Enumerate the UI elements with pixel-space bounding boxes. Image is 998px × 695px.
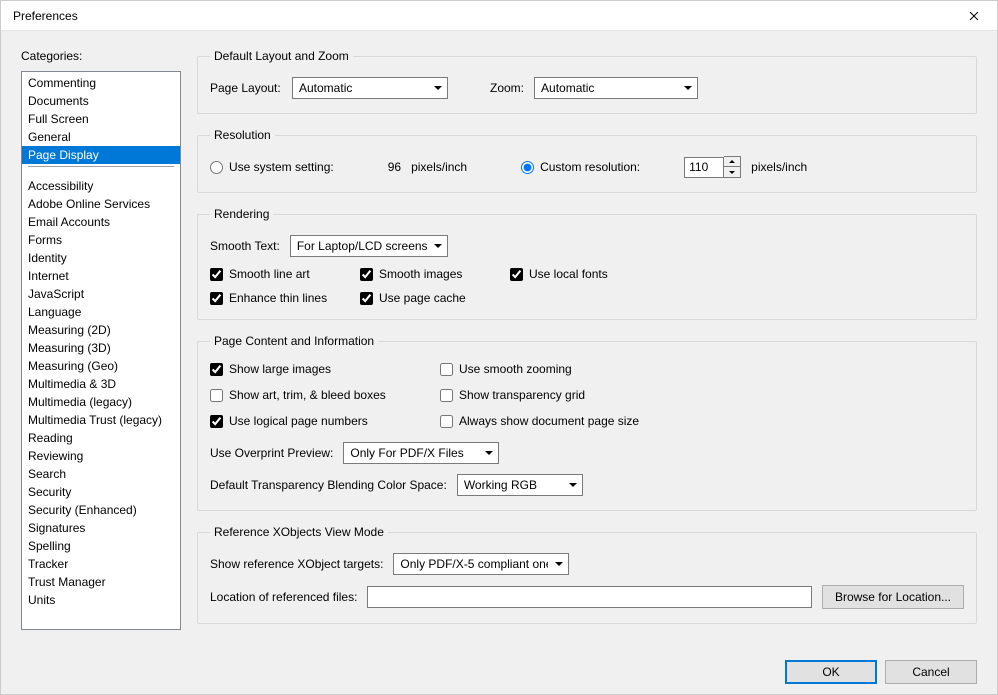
cancel-button[interactable]: Cancel — [885, 660, 977, 684]
always-show-size-checkbox[interactable]: Always show document page size — [440, 414, 700, 428]
category-item[interactable]: Identity — [22, 249, 180, 267]
category-item[interactable]: Email Accounts — [22, 213, 180, 231]
use-page-cache-checkbox[interactable]: Use page cache — [360, 291, 510, 305]
xobject-targets-select[interactable]: Only PDF/X-5 compliant ones — [393, 553, 569, 575]
spinner-down[interactable] — [724, 167, 740, 177]
category-item[interactable]: Security (Enhanced) — [22, 501, 180, 519]
category-item[interactable]: Tracker — [22, 555, 180, 573]
group-page-content: Page Content and Information Show large … — [197, 334, 977, 511]
category-item[interactable]: Reviewing — [22, 447, 180, 465]
category-item[interactable]: Commenting — [22, 74, 180, 92]
close-button[interactable] — [951, 1, 997, 31]
smooth-line-art-checkbox[interactable]: Smooth line art — [210, 267, 360, 281]
category-item[interactable]: General — [22, 128, 180, 146]
category-item[interactable]: Trust Manager — [22, 573, 180, 591]
window-title: Preferences — [13, 9, 78, 23]
group-resolution: Resolution Use system setting: 96 pixels… — [197, 128, 977, 193]
category-item[interactable]: Forms — [22, 231, 180, 249]
main-panel: Default Layout and Zoom Page Layout: Aut… — [197, 49, 977, 632]
category-item[interactable]: Measuring (2D) — [22, 321, 180, 339]
custom-resolution-radio[interactable] — [521, 161, 534, 174]
category-item[interactable]: Multimedia (legacy) — [22, 393, 180, 411]
zoom-select[interactable]: Automatic — [534, 77, 698, 99]
page-layout-label: Page Layout: — [210, 81, 282, 95]
use-logical-page-checkbox[interactable]: Use logical page numbers — [210, 414, 440, 428]
group-legend: Rendering — [210, 207, 273, 221]
category-item[interactable]: Units — [22, 591, 180, 609]
location-label: Location of referenced files: — [210, 590, 357, 604]
group-legend: Reference XObjects View Mode — [210, 525, 388, 539]
use-system-radio-label[interactable]: Use system setting: — [210, 160, 334, 174]
category-item[interactable]: Spelling — [22, 537, 180, 555]
group-legend: Resolution — [210, 128, 275, 142]
category-item[interactable]: Language — [22, 303, 180, 321]
zoom-label: Zoom: — [490, 81, 524, 95]
use-system-radio[interactable] — [210, 161, 223, 174]
category-item[interactable]: Internet — [22, 267, 180, 285]
category-item[interactable]: Page Display — [22, 146, 180, 164]
ok-button[interactable]: OK — [785, 660, 877, 684]
pixels-inch-label: pixels/inch — [411, 160, 467, 174]
category-item[interactable]: Documents — [22, 92, 180, 110]
group-xobjects: Reference XObjects View Mode Show refere… — [197, 525, 977, 624]
system-resolution-value: 96 — [388, 160, 401, 174]
category-item[interactable]: Multimedia Trust (legacy) — [22, 411, 180, 429]
overprint-select[interactable]: Only For PDF/X Files — [343, 442, 499, 464]
category-item[interactable]: JavaScript — [22, 285, 180, 303]
enhance-thin-lines-checkbox[interactable]: Enhance thin lines — [210, 291, 360, 305]
smooth-text-label: Smooth Text: — [210, 239, 280, 253]
button-bar: OK Cancel — [785, 660, 977, 684]
smooth-text-select[interactable]: For Laptop/LCD screens — [290, 235, 448, 257]
browse-location-button[interactable]: Browse for Location... — [822, 585, 964, 609]
titlebar: Preferences — [1, 1, 997, 31]
body-area: Categories: CommentingDocumentsFull Scre… — [1, 31, 997, 646]
category-item[interactable]: Full Screen — [22, 110, 180, 128]
category-item[interactable]: Signatures — [22, 519, 180, 537]
chevron-up-icon — [729, 160, 735, 163]
category-item[interactable]: Search — [22, 465, 180, 483]
custom-resolution-radio-label[interactable]: Custom resolution: — [521, 160, 640, 174]
category-item[interactable]: Adobe Online Services — [22, 195, 180, 213]
page-layout-select[interactable]: Automatic — [292, 77, 448, 99]
spinner-up[interactable] — [724, 157, 740, 167]
category-separator — [28, 166, 174, 167]
preferences-window: Preferences Categories: CommentingDocume… — [0, 0, 998, 695]
category-item[interactable]: Multimedia & 3D — [22, 375, 180, 393]
chevron-down-icon — [729, 171, 735, 174]
group-default-layout: Default Layout and Zoom Page Layout: Aut… — [197, 49, 977, 114]
show-transparency-checkbox[interactable]: Show transparency grid — [440, 388, 700, 402]
category-item[interactable]: Accessibility — [22, 177, 180, 195]
category-item[interactable]: Reading — [22, 429, 180, 447]
show-art-trim-checkbox[interactable]: Show art, trim, & bleed boxes — [210, 388, 440, 402]
overprint-label: Use Overprint Preview: — [210, 446, 333, 460]
close-icon — [969, 11, 979, 21]
group-legend: Default Layout and Zoom — [210, 49, 353, 63]
categories-label: Categories: — [21, 49, 181, 63]
smooth-images-checkbox[interactable]: Smooth images — [360, 267, 510, 281]
group-rendering: Rendering Smooth Text: For Laptop/LCD sc… — [197, 207, 977, 320]
custom-resolution-spinner — [684, 156, 741, 178]
blend-select[interactable]: Working RGB — [457, 474, 583, 496]
category-item[interactable]: Security — [22, 483, 180, 501]
category-item[interactable]: Measuring (3D) — [22, 339, 180, 357]
pixels-inch-label: pixels/inch — [751, 160, 807, 174]
use-smooth-zooming-checkbox[interactable]: Use smooth zooming — [440, 362, 700, 376]
use-local-fonts-checkbox[interactable]: Use local fonts — [510, 267, 660, 281]
blend-label: Default Transparency Blending Color Spac… — [210, 478, 447, 492]
custom-resolution-input[interactable] — [684, 157, 724, 178]
category-item[interactable]: Measuring (Geo) — [22, 357, 180, 375]
location-input — [367, 586, 812, 608]
sidebar: Categories: CommentingDocumentsFull Scre… — [21, 49, 181, 632]
show-large-images-checkbox[interactable]: Show large images — [210, 362, 440, 376]
group-legend: Page Content and Information — [210, 334, 378, 348]
categories-list[interactable]: CommentingDocumentsFull ScreenGeneralPag… — [21, 71, 181, 630]
xobject-targets-label: Show reference XObject targets: — [210, 557, 383, 571]
